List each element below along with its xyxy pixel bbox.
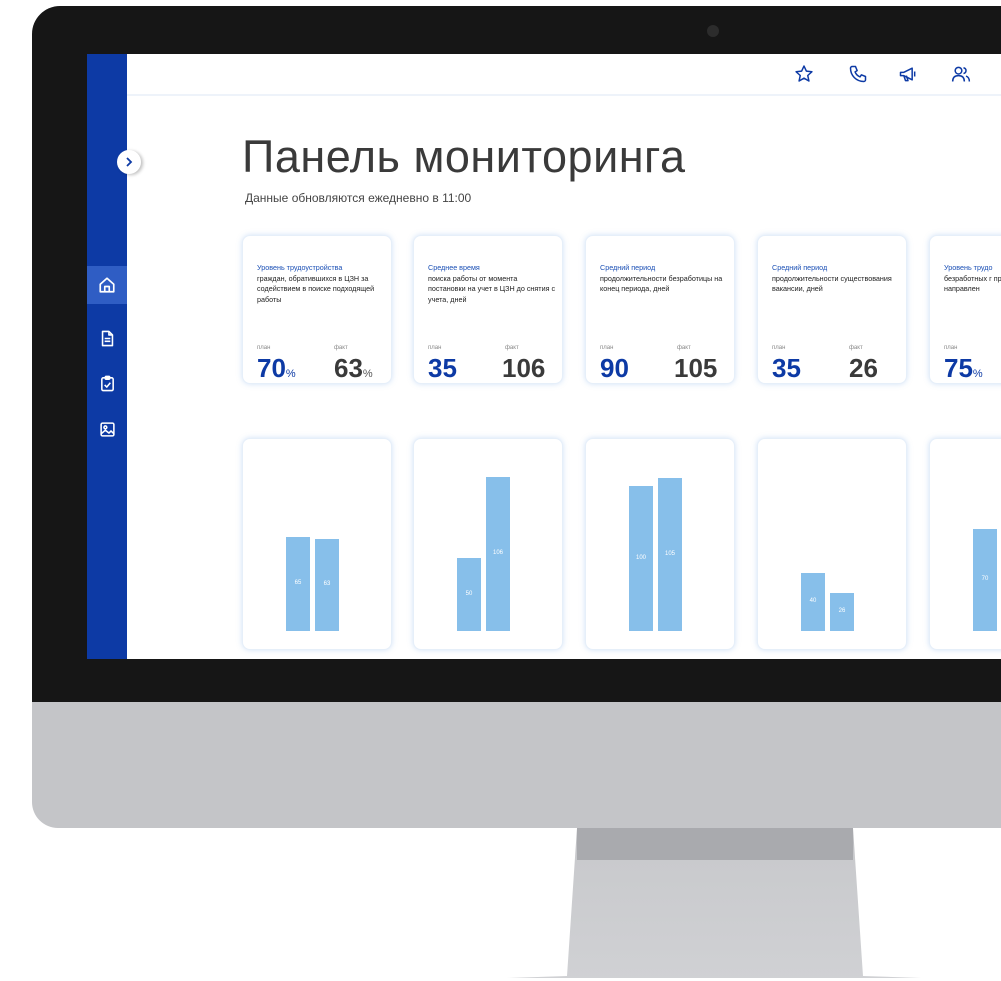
kpi-label-rest: продолжительности безработицы на конец п… xyxy=(600,273,723,294)
phone-button[interactable] xyxy=(845,61,871,87)
stand-shadow xyxy=(577,828,853,860)
webcam xyxy=(707,25,719,37)
kpi-label: Среднее время поиска работы от момента п… xyxy=(428,263,556,305)
fact-value: 63% xyxy=(334,353,373,383)
fact-value: 105 xyxy=(674,353,718,383)
sidebar xyxy=(87,54,127,659)
fact-value: 106 xyxy=(502,353,546,383)
kpi-label: Уровень трудо безработных г прошедших о … xyxy=(944,263,1001,295)
chart-card[interactable]: 100 105 xyxy=(585,438,735,650)
chart-bar-label: 106 xyxy=(492,550,503,556)
announcements-button[interactable] xyxy=(895,61,921,87)
kpi-label-lead: Уровень трудоустройства xyxy=(257,263,343,272)
kpi-label-lead: Уровень трудо xyxy=(944,263,993,272)
kpi-label-rest: поиска работы от момента постановки на у… xyxy=(428,273,556,304)
screen: Панель мониторинга Данные обновляются еж… xyxy=(87,54,1001,659)
kpi-card[interactable]: Средний период продолжительности безрабо… xyxy=(585,235,735,384)
chart-bar-label: 100 xyxy=(635,554,646,561)
kpi-label-rest: продолжительности существования вакансии… xyxy=(772,273,892,294)
home-icon xyxy=(99,277,115,293)
fact-value: 26 xyxy=(849,353,878,383)
chevron-right-icon xyxy=(126,157,133,167)
fact-caption: факт xyxy=(505,345,519,351)
plan-caption: план xyxy=(772,345,786,351)
monitor-chin xyxy=(32,702,1001,828)
plan-caption: план xyxy=(257,345,271,351)
kpi-card[interactable]: Средний период продолжительности существ… xyxy=(757,235,907,384)
page-subtitle: Данные обновляются ежедневно в 11:00 xyxy=(245,191,472,205)
plan-value: 75% xyxy=(944,353,983,383)
chart-card[interactable]: 50 106 xyxy=(413,438,563,650)
fact-caption: факт xyxy=(677,345,691,351)
sidebar-item-gallery[interactable] xyxy=(87,410,127,448)
kpi-label: Средний период продолжительности существ… xyxy=(772,263,900,295)
plan-caption: план xyxy=(428,345,442,351)
sidebar-item-documents[interactable] xyxy=(87,319,127,357)
favorites-button[interactable] xyxy=(791,61,817,87)
kpi-card[interactable]: Уровень трудоустройства граждан, обратив… xyxy=(242,235,392,384)
sidebar-item-home[interactable] xyxy=(87,266,127,304)
kpi-label-rest: безработных г прошедших о по направлен xyxy=(944,273,1001,294)
chart-bar-label: 63 xyxy=(323,581,331,587)
topbar xyxy=(127,54,1001,96)
phone-icon xyxy=(849,65,867,83)
users-icon xyxy=(951,66,971,82)
chart-bar-label: 70 xyxy=(981,576,989,582)
chart-bar-label: 40 xyxy=(809,598,817,604)
star-icon xyxy=(795,65,813,82)
chart-card[interactable]: 40 26 xyxy=(757,438,907,650)
chart-card[interactable]: 65 63 xyxy=(242,438,392,650)
plan-value: 35 xyxy=(428,353,457,383)
kpi-label-lead: Средний период xyxy=(600,263,656,272)
kpi-label: Средний период продолжительности безрабо… xyxy=(600,263,728,295)
sidebar-item-tasks[interactable] xyxy=(87,364,127,402)
fact-caption: факт xyxy=(334,345,348,351)
kpi-label-lead: Среднее время xyxy=(428,263,480,272)
chart-bar-label: 65 xyxy=(294,580,302,586)
plan-caption: план xyxy=(944,345,958,351)
users-button[interactable] xyxy=(948,61,974,87)
megaphone-icon xyxy=(899,67,916,82)
document-icon xyxy=(101,330,113,346)
image-icon xyxy=(99,421,115,437)
sidebar-expand-button[interactable] xyxy=(115,148,143,176)
chart-card[interactable]: 70 xyxy=(929,438,1001,650)
clipboard-check-icon xyxy=(100,375,114,391)
kpi-label: Уровень трудоустройства граждан, обратив… xyxy=(257,263,385,305)
kpi-card[interactable]: Уровень трудо безработных г прошедших о … xyxy=(929,235,1001,384)
fact-caption: факт xyxy=(849,345,863,351)
chart-bar-label: 105 xyxy=(664,550,675,557)
plan-value: 90 xyxy=(600,353,629,383)
kpi-label-rest: граждан, обратившихся в ЦЗН за содействи… xyxy=(257,273,375,304)
chart-bar-label: 50 xyxy=(465,590,473,597)
plan-caption: план xyxy=(600,345,614,351)
page-title: Панель мониторинга xyxy=(242,131,686,182)
kpi-card[interactable]: Среднее время поиска работы от момента п… xyxy=(413,235,563,384)
chart-bar-label: 26 xyxy=(838,608,846,614)
plan-value: 70% xyxy=(257,353,296,383)
plan-value: 35 xyxy=(772,353,801,383)
kpi-label-lead: Средний период xyxy=(772,263,828,272)
